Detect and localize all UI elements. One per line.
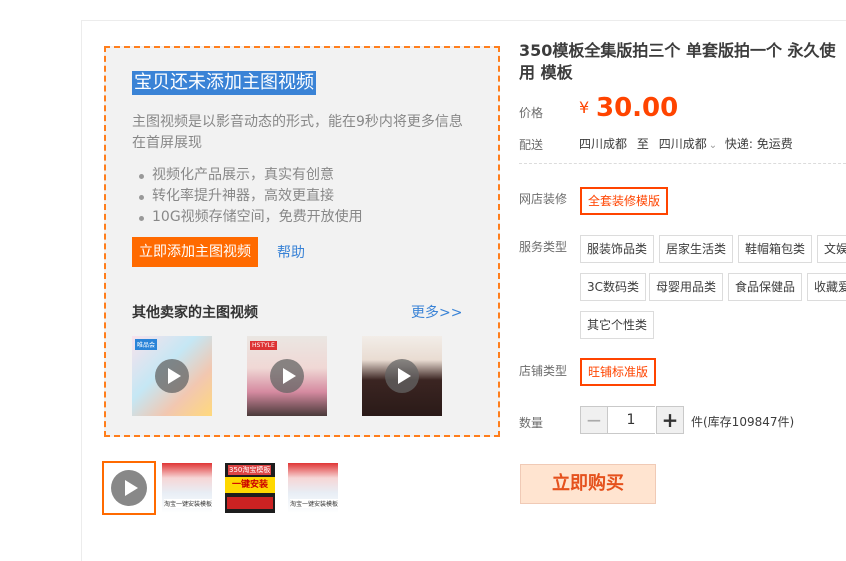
promo-benefit-item: 10G视频存储空间，免费开放使用	[132, 207, 363, 228]
play-icon	[270, 359, 304, 393]
thumb-caption: 350淘宝模板	[228, 465, 272, 475]
promo-benefits-list: 视频化产品展示，真实有创意 转化率提升神器，高效更直接 10G视频存储空间，免费…	[132, 165, 363, 228]
service-type-label: 服务类型	[519, 240, 568, 254]
help-link[interactable]: 帮助	[277, 242, 305, 262]
promo-benefit-item: 视频化产品展示，真实有创意	[132, 165, 363, 186]
seller-video-thumb[interactable]: HSTYLE	[247, 336, 327, 416]
ship-method: 快递: 免运费	[724, 137, 793, 151]
sku-option-service[interactable]: 其它个性类	[580, 311, 655, 339]
video-thumb-brand-tag: HSTYLE	[250, 341, 277, 350]
play-icon	[155, 359, 189, 393]
quantity-label: 数量	[519, 416, 544, 430]
quantity-increase-button[interactable]: +	[656, 406, 684, 434]
product-title-text: 350模板全集版拍三个 单套版拍一个 永久使用 模板	[519, 41, 836, 82]
quantity-input[interactable]: 1	[607, 406, 655, 434]
sku-option-full-decor[interactable]: 全套装修模版	[580, 187, 669, 215]
gallery-thumb[interactable]: 350淘宝模板 一键安装	[225, 463, 275, 513]
thumb-caption: 淘宝一键安装模板	[164, 499, 212, 508]
seller-video-thumb[interactable]	[362, 336, 442, 416]
sku-option-service[interactable]: 食品保健品	[728, 273, 803, 301]
sku-option-service[interactable]: 文娱	[817, 235, 846, 263]
price-label: 价格	[519, 106, 544, 120]
sku-option-service[interactable]: 母婴用品类	[649, 273, 724, 301]
ship-to-selector[interactable]: 四川成都	[659, 137, 707, 151]
decor-label: 网店装修	[519, 192, 568, 206]
gallery-thumb[interactable]: 淘宝一键安装模板	[162, 463, 212, 513]
section-divider	[519, 163, 846, 164]
add-main-video-button[interactable]: 立即添加主图视频	[132, 237, 258, 267]
sku-option-service[interactable]: 3C数码类	[580, 273, 647, 301]
shipping-label: 配送	[519, 138, 544, 152]
thumb-caption: 淘宝一键安装模板	[290, 499, 338, 508]
product-title: 350模板全集版拍三个 单套版拍一个 永久使用 模板	[519, 40, 846, 84]
other-sellers-videos-title: 其他卖家的主图视频	[132, 305, 258, 321]
buy-now-button[interactable]: 立即购买	[520, 464, 656, 504]
more-videos-link[interactable]: 更多>>	[411, 302, 462, 322]
video-thumb-brand-tag: 唯品会	[135, 339, 158, 350]
sku-option-service[interactable]: 鞋帽箱包类	[738, 235, 813, 263]
gallery-thumb[interactable]: 淘宝一键安装模板	[288, 463, 338, 513]
promo-description: 主图视频是以影音动态的形式，能在9秒内将更多信息在首屏展现	[132, 114, 463, 151]
play-icon	[385, 359, 419, 393]
shipping-info: 四川成都 至 四川成都 ⌄ 快递: 免运费	[579, 135, 793, 152]
sku-option-service[interactable]: 服装饰品类	[580, 235, 655, 263]
sku-option-service[interactable]: 居家生活类	[659, 235, 734, 263]
quantity-decrease-button[interactable]: −	[580, 406, 608, 434]
promo-title: 宝贝还未添加主图视频	[132, 71, 316, 95]
shop-type-label: 店铺类型	[519, 364, 568, 378]
ship-from: 四川成都	[579, 137, 628, 151]
stock-info: 件(库存109847件)	[691, 415, 795, 429]
sku-option-shop-standard[interactable]: 旺铺标准版	[580, 358, 657, 386]
sku-option-service[interactable]: 收藏爱	[807, 273, 846, 301]
gallery-thumb-video[interactable]	[102, 461, 156, 515]
currency-symbol: ¥	[579, 98, 590, 117]
price-value: 30.00	[596, 93, 679, 123]
thumb-decoration	[227, 497, 273, 509]
ship-to-word: 至	[636, 137, 649, 151]
seller-video-thumb[interactable]: 唯品会	[132, 336, 212, 416]
promo-benefit-item: 转化率提升神器，高效更直接	[132, 186, 363, 207]
main-video-promo-panel: 宝贝还未添加主图视频 主图视频是以影音动态的形式，能在9秒内将更多信息在首屏展现…	[104, 46, 500, 437]
play-icon	[111, 470, 147, 506]
thumb-banner: 一键安装	[225, 477, 275, 493]
chevron-down-icon[interactable]: ⌄	[709, 140, 717, 151]
